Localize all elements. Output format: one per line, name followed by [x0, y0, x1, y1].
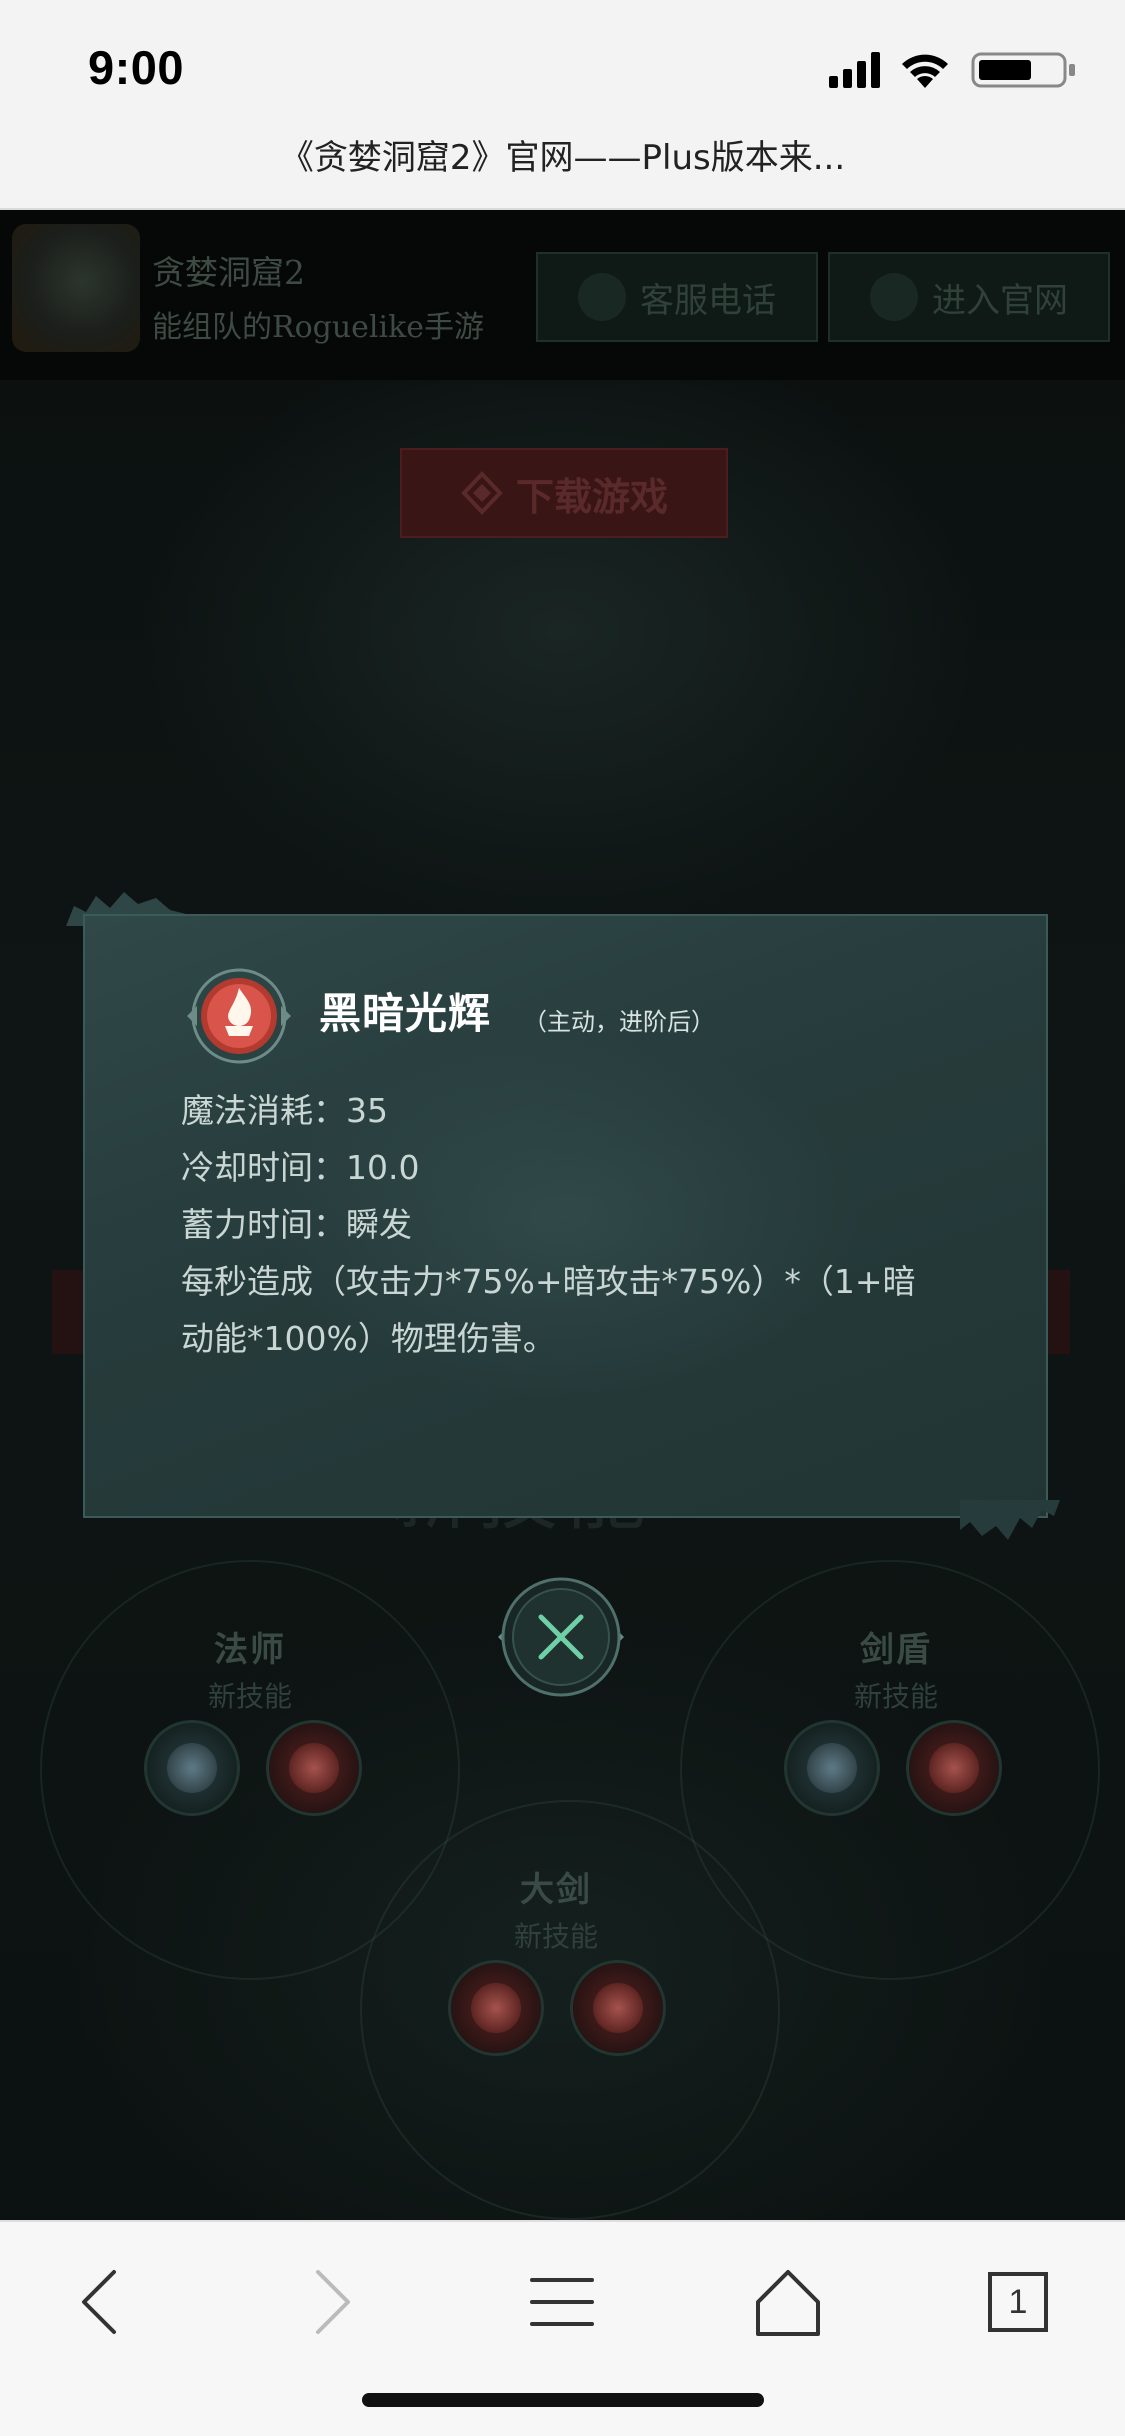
skill-tag: （主动，进阶后）	[523, 1008, 715, 1036]
diamond-icon	[461, 471, 503, 515]
cooldown: 冷却时间：10.0	[181, 1148, 420, 1187]
skill-description-line2: 动能*100%）物理伤害。	[181, 1319, 556, 1358]
class-subtitle: 新技能	[513, 1920, 598, 1953]
charge-time: 蓄力时间：瞬发	[181, 1205, 412, 1244]
official-site-label: 进入官网	[932, 280, 1068, 321]
mage-skill-2[interactable]	[266, 1720, 362, 1816]
tabs-button[interactable]: 1	[978, 2262, 1058, 2342]
signal-icon	[829, 52, 880, 88]
back-icon[interactable]	[62, 2262, 142, 2342]
class-name: 剑盾	[860, 1630, 932, 1670]
crown-icon	[870, 273, 918, 321]
service-phone-button[interactable]: 客服电话	[536, 252, 818, 342]
home-indicator	[362, 2393, 764, 2407]
status-time: 9:00	[88, 41, 185, 94]
tab-count: 1	[1008, 2282, 1028, 2321]
page-title: 《贪婪洞窟2》官网——Plus版本来...	[279, 138, 846, 178]
wing-skill-icon	[807, 1743, 857, 1793]
class-name: 法师	[214, 1630, 286, 1670]
skill-emblem-icon	[187, 968, 291, 1064]
download-label: 下载游戏	[515, 474, 668, 519]
mana-cost: 魔法消耗：35	[181, 1091, 388, 1130]
ice-skill-icon	[167, 1743, 217, 1793]
home-icon[interactable]	[748, 2262, 828, 2342]
class-mage: 法师 新技能	[160, 1622, 340, 1715]
skill-stats: 魔法消耗：35 冷却时间：10.0 蓄力时间：瞬发 每秒造成（攻击力*75%+暗…	[181, 1082, 1001, 1367]
wifi-icon	[902, 54, 948, 88]
menu-icon[interactable]	[522, 2262, 602, 2342]
headset-icon	[578, 273, 626, 321]
sword-shield-skill-1[interactable]	[784, 1720, 880, 1816]
class-subtitle: 新技能	[853, 1680, 938, 1713]
browser-title-bar[interactable]: 《贪婪洞窟2》官网——Plus版本来...	[0, 134, 1125, 210]
status-icons	[821, 50, 1081, 90]
site-tagline: 能组队的Roguelike手游	[152, 310, 485, 345]
skill-name: 黑暗光辉	[319, 989, 492, 1038]
modal-torn-edge	[960, 1500, 1060, 1540]
battery-icon	[971, 52, 1075, 88]
site-name: 贪婪洞窟2	[152, 253, 305, 292]
greatsword-skill-2[interactable]	[570, 1960, 666, 2056]
game-logo	[12, 224, 140, 352]
fire-skill-icon	[289, 1743, 339, 1793]
greatsword-skill-1[interactable]	[448, 1960, 544, 2056]
site-header: 贪婪洞窟2 能组队的Roguelike手游 客服电话 进入官网	[0, 210, 1125, 380]
skill-description-line1: 每秒造成（攻击力*75%+暗攻击*75%）*（1+暗	[181, 1262, 916, 1301]
burst-skill-icon	[593, 1983, 643, 2033]
class-sword-shield: 剑盾 新技能	[806, 1622, 986, 1715]
class-subtitle: 新技能	[207, 1680, 292, 1713]
sword-shield-skill-2[interactable]	[906, 1720, 1002, 1816]
class-greatsword: 大剑 新技能	[466, 1862, 646, 1955]
strike-skill-icon	[471, 1983, 521, 2033]
status-bar: 9:00	[0, 0, 1125, 134]
official-site-button[interactable]: 进入官网	[828, 252, 1110, 342]
service-phone-label: 客服电话	[640, 280, 776, 321]
mage-skill-1[interactable]	[144, 1720, 240, 1816]
skill-detail-modal: 黑暗光辉 （主动，进阶后） 魔法消耗：35 冷却时间：10.0 蓄力时间：瞬发 …	[83, 914, 1048, 1518]
class-name: 大剑	[520, 1870, 592, 1910]
close-modal-button[interactable]	[496, 1572, 626, 1702]
dark-flame-skill-icon	[929, 1743, 979, 1793]
forward-icon[interactable]	[290, 2262, 370, 2342]
download-game-button[interactable]: 下载游戏	[400, 448, 728, 538]
